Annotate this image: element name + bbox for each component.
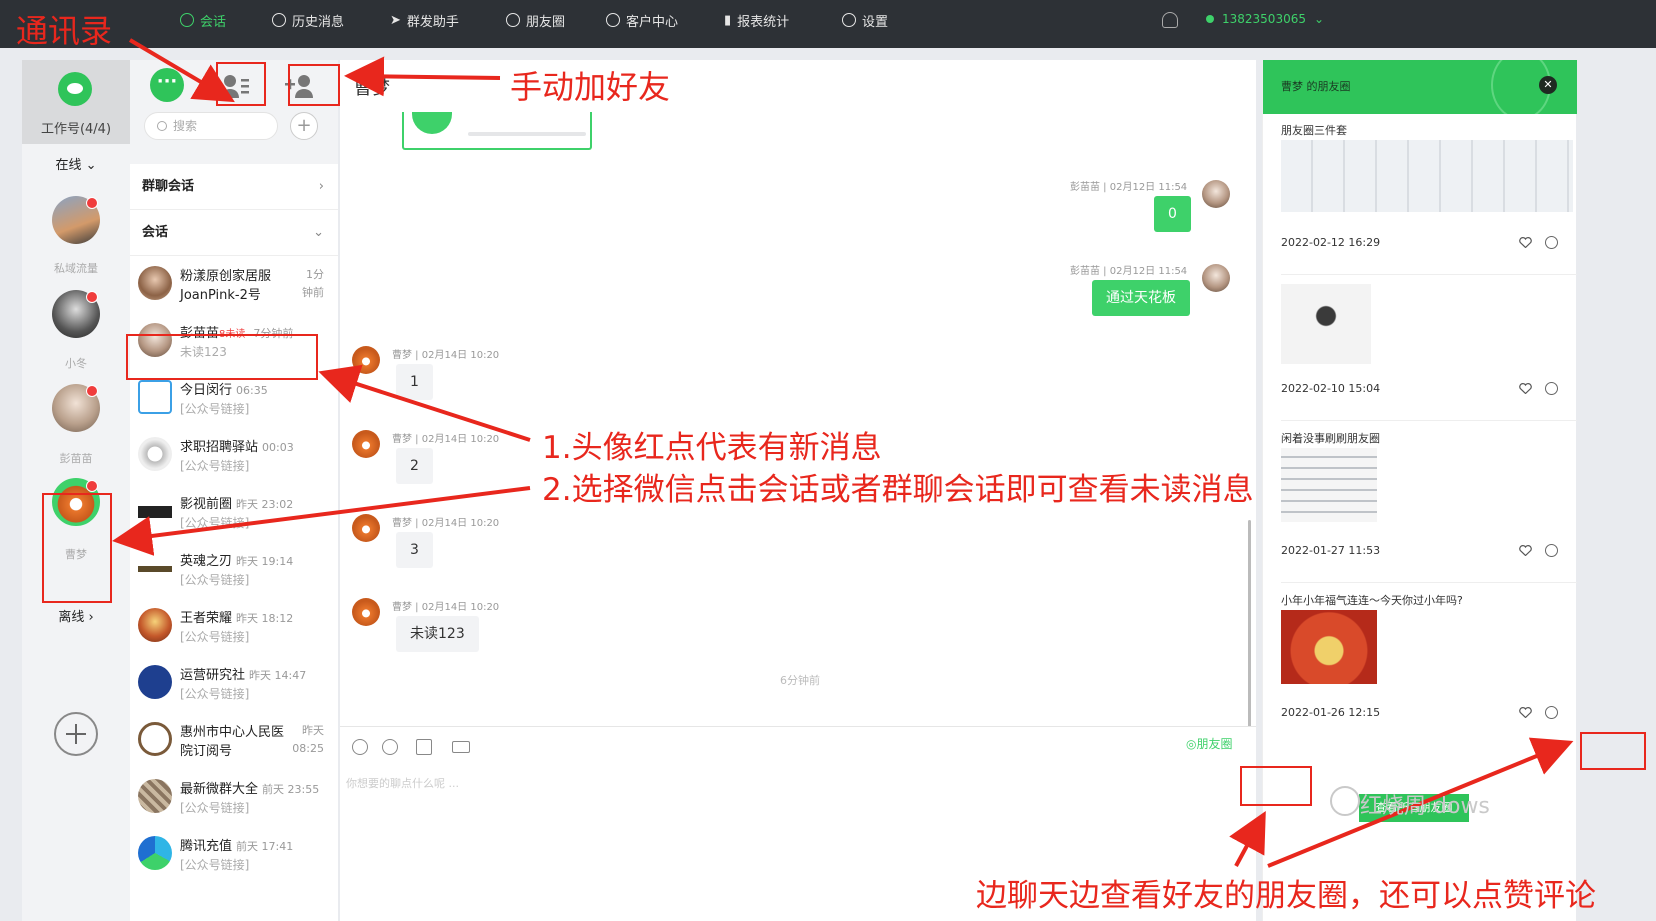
highlight-box xyxy=(42,493,112,603)
arrow xyxy=(318,364,531,442)
wechat-logo-watermark xyxy=(1330,786,1360,816)
arrow xyxy=(1229,810,1266,867)
annotation-moments-tip: 边聊天边查看好友的朋友圈，还可以点赞评论 xyxy=(976,878,1596,914)
highlight-box xyxy=(1240,766,1312,806)
highlight-box xyxy=(126,334,318,380)
annotation-contacts: 通讯录 xyxy=(16,12,113,50)
watermark: 红烧周 dows xyxy=(1360,794,1490,819)
annotation-unread: 2.选择微信点击会话或者群聊会话即可查看未读消息 xyxy=(542,472,1254,508)
highlight-box xyxy=(216,62,266,106)
highlight-box xyxy=(288,64,340,106)
arrow xyxy=(112,486,531,556)
arrow xyxy=(128,38,235,103)
annotation-red-dot: 1.头像红点代表有新消息 xyxy=(542,430,882,466)
arrow xyxy=(344,56,501,97)
highlight-box xyxy=(1580,732,1646,770)
annotation-add-friend: 手动加好友 xyxy=(510,68,671,106)
